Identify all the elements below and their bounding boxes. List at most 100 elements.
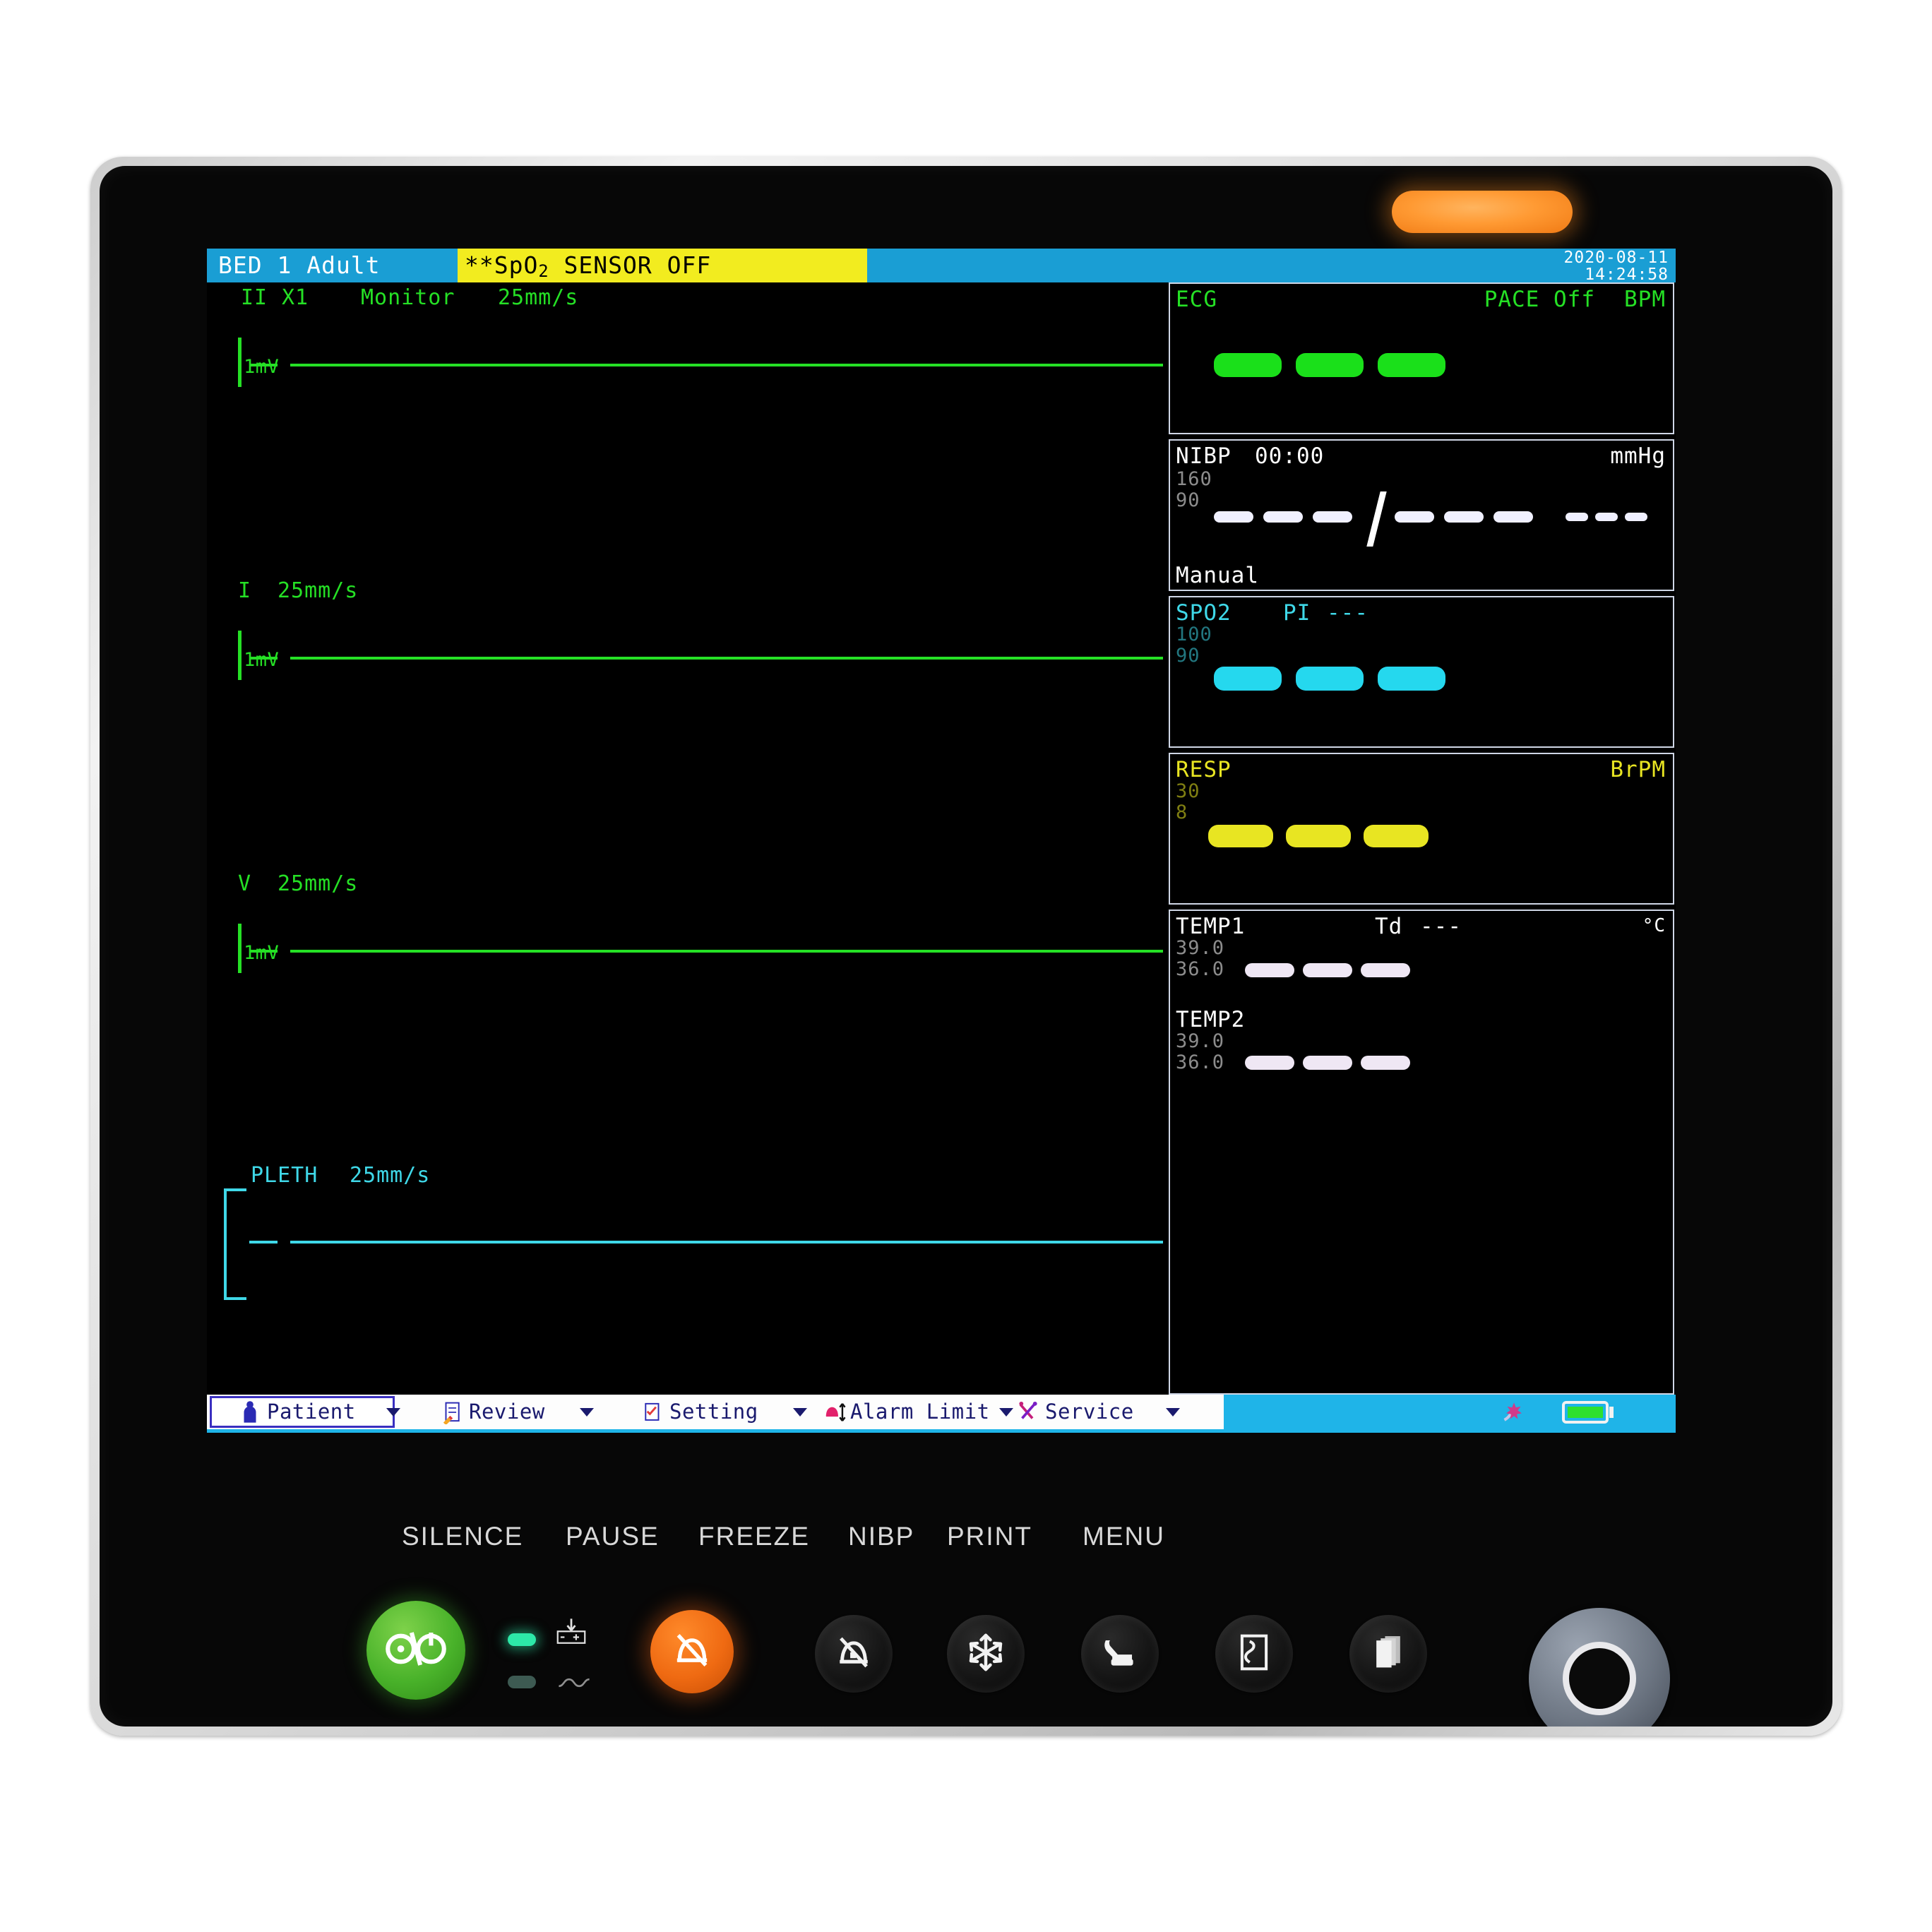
waveform-trace — [290, 364, 1163, 366]
nibp-map-dashes — [1566, 513, 1647, 521]
waveform-pleth[interactable]: PLETH 25mm/s — [207, 1162, 1164, 1313]
waveform-trace — [249, 364, 278, 366]
panel-temp[interactable]: Td --- °C TEMP1 39.0 36.0 TEMP2 39.0 36.… — [1169, 910, 1674, 1395]
nibp-timer: 00:00 — [1255, 443, 1325, 469]
panel-resp[interactable]: RESP BrPM 30 8 — [1169, 753, 1674, 905]
waveform-ecg-v[interactable]: V 25mm/s 1mV — [207, 869, 1164, 1010]
calibration-label: 1mV — [244, 356, 280, 378]
button-label-nibp: NIBP — [848, 1522, 915, 1551]
waveform-area: II X1 Monitor 25mm/s 1mV I 25mm/s 1mV V … — [207, 282, 1164, 1395]
limit-high: 39.0 — [1176, 937, 1225, 959]
menu-item-service[interactable]: Service — [1018, 1395, 1180, 1429]
waveform-trace — [249, 657, 278, 660]
menu-item-review[interactable]: Review — [441, 1395, 594, 1429]
chevron-down-icon — [579, 1407, 594, 1417]
calibration-label: 1mV — [244, 649, 280, 671]
panel-unit: mmHg — [1610, 443, 1666, 469]
td-label: Td — [1375, 914, 1403, 939]
temp-unit: °C — [1642, 915, 1666, 936]
parameter-panel-column: ECG PACE Off BPM NIBP 00:00 mmHg 160 90 — [1169, 282, 1674, 1395]
battery-charge-icon — [551, 1618, 591, 1652]
nibp-separator — [1366, 491, 1387, 547]
limit-low: 90 — [1176, 645, 1200, 667]
menu-item-label: Alarm Limit — [850, 1400, 990, 1424]
alarm-silence-indicator[interactable] — [650, 1610, 734, 1693]
clipboard-icon — [441, 1400, 463, 1425]
scale-bracket — [224, 1188, 246, 1300]
alarm-message: **SpO2 SENSOR OFF — [458, 249, 867, 282]
patient-monitor-device: BED 1 Adult **SpO2 SENSOR OFF 2020-08-11… — [90, 157, 1842, 1736]
nibp-limits: 160 90 — [1176, 469, 1212, 511]
menu-item-alarm-limit[interactable]: Alarm Limit — [823, 1395, 1013, 1429]
waveform-ecg-ii[interactable]: II X1 Monitor 25mm/s 1mV — [207, 282, 1164, 424]
print-button[interactable] — [1215, 1615, 1293, 1693]
silence-button[interactable] — [815, 1615, 893, 1693]
status-bar-filler — [867, 249, 1676, 282]
wave-lead-label: II — [241, 285, 268, 310]
limit-low: 8 — [1176, 801, 1188, 823]
rotary-knob[interactable] — [1529, 1608, 1670, 1727]
date-label: 2020-08-11 — [1563, 249, 1669, 267]
temp2-title: TEMP2 — [1176, 1007, 1246, 1032]
pi-value: --- — [1327, 600, 1368, 626]
limit-low: 36.0 — [1176, 958, 1225, 980]
button-label-pause: PAUSE — [566, 1522, 660, 1551]
spo2-value-dashes — [1214, 667, 1445, 691]
limit-low: 90 — [1176, 489, 1200, 511]
wave-speed-label: 25mm/s — [498, 285, 579, 310]
cuff-icon — [1098, 1635, 1142, 1672]
bell-crossed-icon — [834, 1633, 873, 1675]
limit-high: 100 — [1176, 624, 1212, 645]
menu-item-patient[interactable]: Patient — [239, 1395, 400, 1429]
bell-arrow-icon — [823, 1400, 846, 1424]
menu-bar: Patient Review Setting Alarm Limit Servi… — [207, 1395, 1676, 1433]
wave-speed-label: 25mm/s — [278, 578, 359, 603]
nibp-dia-dashes — [1395, 511, 1533, 523]
chevron-down-icon — [1165, 1407, 1180, 1417]
panel-title: NIBP — [1176, 443, 1232, 469]
chevron-down-icon — [386, 1407, 400, 1417]
panel-nibp[interactable]: NIBP 00:00 mmHg 160 90 Manual — [1169, 439, 1674, 591]
calibration-bar — [238, 924, 242, 973]
resp-limits: 30 8 — [1176, 781, 1200, 823]
waveform-trace — [290, 657, 1163, 660]
checklist-icon — [642, 1400, 663, 1424]
status-bar: BED 1 Adult **SpO2 SENSOR OFF 2020-08-11… — [207, 249, 1676, 283]
temp1-limits: 39.0 36.0 — [1176, 938, 1224, 980]
waveform-trace — [290, 1241, 1163, 1244]
nibp-button[interactable] — [1081, 1615, 1159, 1693]
waveform-ecg-i[interactable]: I 25mm/s 1mV — [207, 576, 1164, 717]
wave-speed-label: 25mm/s — [278, 871, 359, 896]
wave-gain-label: X1 — [282, 285, 309, 310]
datetime-display: 2020-08-11 14:24:58 — [1564, 249, 1669, 283]
panel-spo2[interactable]: SPO2 PI --- 100 90 — [1169, 596, 1674, 748]
nibp-mode: Manual — [1176, 563, 1259, 588]
menu-item-setting[interactable]: Setting — [642, 1395, 807, 1429]
freeze-button[interactable] — [947, 1615, 1025, 1693]
temp1-title: TEMP1 — [1176, 914, 1246, 939]
panel-ecg[interactable]: ECG PACE Off BPM — [1169, 282, 1674, 434]
wave-lead-label: I — [238, 578, 252, 603]
snowflake-icon — [965, 1632, 1006, 1676]
panel-unit: BrPM — [1610, 757, 1666, 782]
temp1-value-dashes — [1245, 963, 1410, 977]
hr-value-dashes — [1214, 353, 1445, 377]
battery-led — [508, 1676, 536, 1688]
panel-title: RESP — [1176, 757, 1232, 782]
menu-item-label: Review — [469, 1400, 545, 1424]
temp2-value-dashes — [1245, 1056, 1410, 1070]
temp2-limits: 39.0 36.0 — [1176, 1031, 1224, 1073]
pi-label: PI — [1283, 600, 1311, 626]
button-label-silence: SILENCE — [402, 1522, 524, 1551]
resp-value-dashes — [1208, 825, 1429, 847]
power-button[interactable] — [366, 1601, 465, 1700]
bed-label: BED 1 Adult — [207, 249, 458, 282]
wave-lead-label: PLETH — [251, 1163, 318, 1188]
power-icon — [383, 1630, 448, 1670]
chevron-down-icon — [792, 1407, 807, 1417]
menu-item-label: Setting — [669, 1400, 758, 1424]
limit-high: 39.0 — [1176, 1030, 1225, 1052]
menu-button[interactable] — [1349, 1615, 1427, 1693]
panel-title: ECG — [1176, 287, 1217, 312]
printer-icon — [1237, 1633, 1271, 1675]
